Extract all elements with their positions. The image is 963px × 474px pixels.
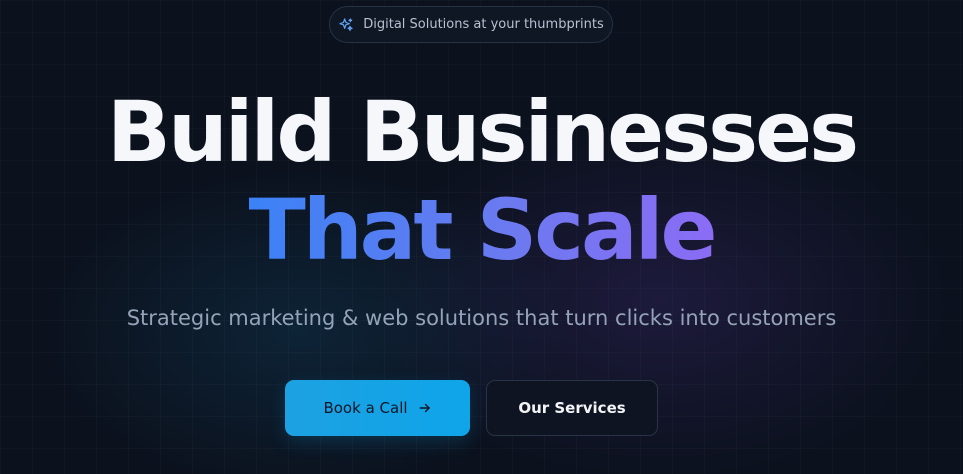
sparkles-icon (339, 17, 353, 31)
hero-subtitle: Strategic marketing & web solutions that… (126, 306, 837, 330)
arrow-right-icon (419, 403, 430, 413)
book-call-button[interactable]: Book a Call (285, 380, 470, 436)
tagline-badge: Digital Solutions at your thumbprints (329, 6, 613, 43)
our-services-button[interactable]: Our Services (486, 380, 658, 436)
hero-section: Digital Solutions at your thumbprints Bu… (0, 0, 963, 474)
hero-title-line-2: That Scale (0, 180, 963, 280)
tagline-text: Digital Solutions at your thumbprints (363, 17, 604, 32)
book-call-label: Book a Call (323, 399, 408, 417)
hero-title-line-1: Build Businesses (106, 83, 859, 181)
our-services-label: Our Services (518, 399, 626, 417)
hero-title-highlight: That Scale (248, 181, 718, 279)
